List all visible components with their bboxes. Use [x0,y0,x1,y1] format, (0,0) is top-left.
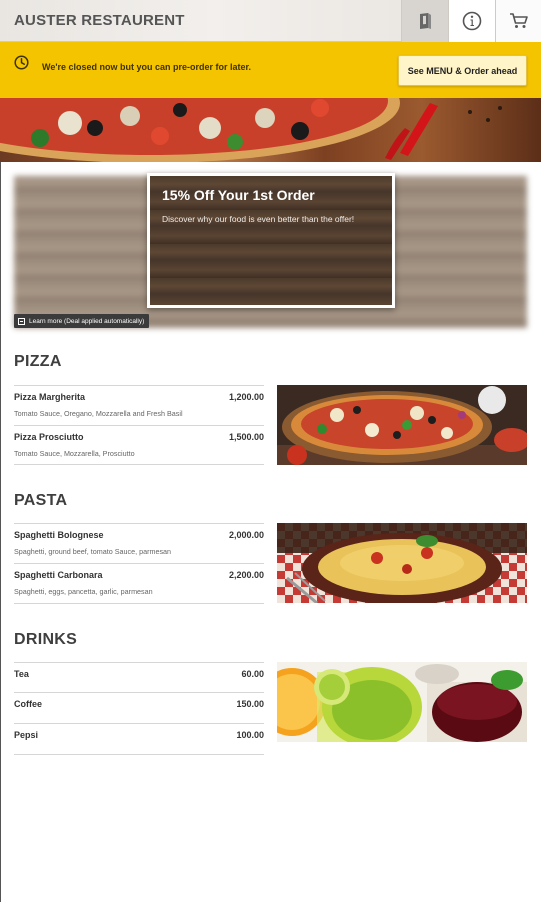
divider [14,464,264,465]
clock-icon [14,55,29,70]
menu-item-pepsi[interactable]: Pepsi 100.00 [14,723,264,754]
menu-button[interactable] [401,0,448,42]
item-name: Coffee [14,699,43,709]
drinks-photo [277,662,527,742]
menu-item-spaghetti-carbonara[interactable]: Spaghetti Carbonara 2,200.00 Spaghetti, … [14,563,264,603]
promo-title: 15% Off Your 1st Order [162,187,315,203]
hero-banner-image [0,98,541,162]
item-description: Spaghetti, eggs, pancetta, garlic, parme… [14,587,153,596]
item-name: Spaghetti Bolognese [14,530,104,540]
item-name: Pepsi [14,730,39,740]
item-description: Tomato Sauce, Oregano, Mozzarella and Fr… [14,409,183,418]
item-description: Spaghetti, ground beef, tomato Sauce, pa… [14,547,172,556]
learn-more-label: Learn more (Deal applied automatically) [29,317,145,325]
menu-item-spaghetti-bolognese[interactable]: Spaghetti Bolognese 2,000.00 Spaghetti, … [14,523,264,563]
item-price: 150.00 [236,699,264,709]
pasta-photo [277,523,527,603]
item-price: 1,200.00 [228,392,264,402]
menu-book-icon [420,13,431,29]
section-title-pasta: PASTA [14,492,68,509]
cart-icon [509,13,528,28]
info-button[interactable] [448,0,495,42]
expand-icon [18,317,25,325]
info-icon [462,11,482,31]
restaurant-title: AUSTER RESTAURENT [14,12,185,29]
promo-subtitle: Discover why our food is even better tha… [162,214,355,224]
promo-card[interactable]: 15% Off Your 1st Order Discover why our … [147,173,395,308]
item-name: Spaghetti Carbonara [14,570,103,580]
section-title-drinks: DRINKS [14,631,78,648]
menu-item-pizza-prosciutto[interactable]: Pizza Prosciutto 1,500.00 Tomato Sauce, … [14,425,264,465]
notice-message: We're closed now but you can pre-order f… [42,62,252,72]
menu-item-coffee[interactable]: Coffee 150.00 [14,692,264,723]
pizza-photo [277,385,527,465]
item-name: Tea [14,669,29,679]
item-name: Pizza Prosciutto [14,432,84,442]
cart-button[interactable] [495,0,541,42]
top-bar: AUSTER RESTAURENT [0,0,541,42]
menu-item-pizza-margherita[interactable]: Pizza Margherita 1,200.00 Tomato Sauce, … [14,385,264,425]
item-price: 2,000.00 [228,530,264,540]
see-menu-order-button[interactable]: See MENU & Order ahead [398,55,527,86]
item-price: 1,500.00 [228,432,264,442]
divider [14,754,264,755]
item-name: Pizza Margherita [14,392,86,402]
item-description: Tomato Sauce, Mozzarella, Prosciutto [14,449,135,458]
menu-item-tea[interactable]: Tea 60.00 [14,662,264,692]
divider [14,603,264,604]
learn-more-link[interactable]: Learn more (Deal applied automatically) [14,314,150,328]
item-price: 100.00 [236,730,264,740]
section-title-pizza: PIZZA [14,353,62,370]
item-price: 60.00 [241,669,264,679]
item-price: 2,200.00 [228,570,264,580]
